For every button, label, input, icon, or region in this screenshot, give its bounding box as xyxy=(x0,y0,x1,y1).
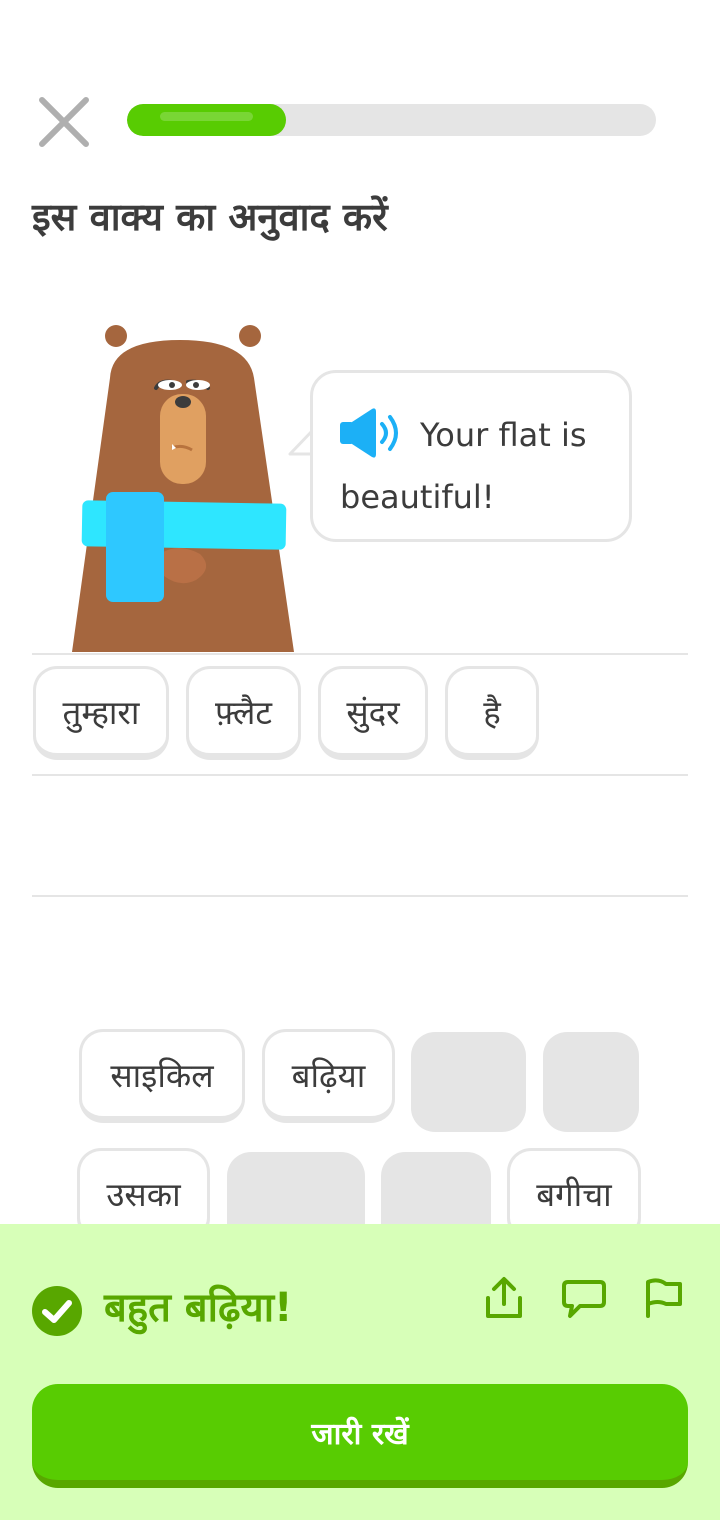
comment-icon xyxy=(562,1280,606,1318)
check-circle-icon xyxy=(32,1286,82,1336)
report-button[interactable] xyxy=(640,1274,688,1322)
close-x-icon xyxy=(39,97,89,147)
used-tile-placeholder xyxy=(543,1032,639,1132)
answer-tile[interactable]: फ़्लैट xyxy=(186,666,301,760)
page-title: इस वाक्य का अनुवाद करें xyxy=(32,195,388,239)
close-button[interactable] xyxy=(34,92,94,152)
answer-line xyxy=(32,774,688,776)
comment-button[interactable] xyxy=(560,1274,608,1322)
share-icon xyxy=(486,1277,522,1318)
bear-character-illustration xyxy=(60,318,300,656)
speaker-icon xyxy=(340,408,398,458)
continue-button[interactable]: जारी रखें xyxy=(32,1384,688,1488)
answer-tile[interactable]: है xyxy=(445,666,539,760)
answer-tile[interactable]: सुंदर xyxy=(318,666,428,760)
answer-tile[interactable]: तुम्हारा xyxy=(33,666,169,760)
used-tile-placeholder xyxy=(411,1032,526,1132)
answer-line xyxy=(32,653,688,655)
word-bank-tile[interactable]: साइकिल xyxy=(79,1029,245,1123)
play-audio-button[interactable] xyxy=(338,405,406,461)
progress-fill xyxy=(127,104,286,136)
lesson-progress-bar xyxy=(127,104,656,136)
feedback-title: बहुत बढ़िया! xyxy=(104,1285,293,1331)
answer-line xyxy=(32,895,688,897)
word-bank-tile[interactable]: बढ़िया xyxy=(262,1029,395,1123)
share-button[interactable] xyxy=(480,1274,528,1322)
progress-shine xyxy=(160,112,253,121)
report-flag-icon xyxy=(646,1278,682,1318)
